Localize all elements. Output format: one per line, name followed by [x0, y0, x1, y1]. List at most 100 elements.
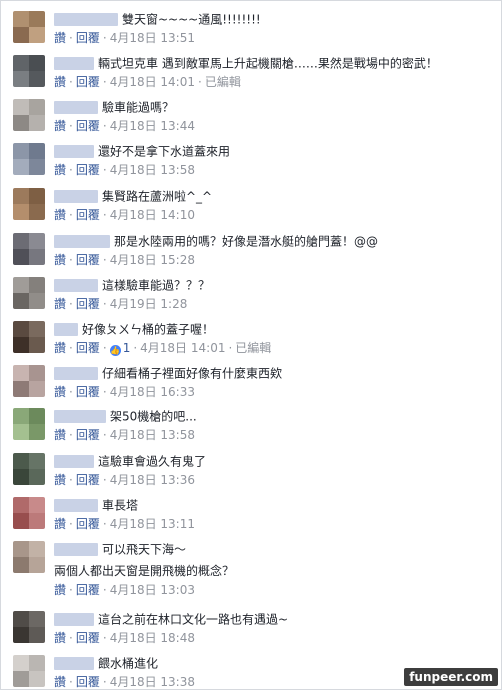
reply-link[interactable]: 回覆 [76, 428, 100, 442]
separator-dot: · [198, 75, 202, 89]
comment-timestamp[interactable]: 4月18日 16:33 [110, 385, 195, 399]
avatar[interactable] [13, 11, 45, 43]
like-link[interactable]: 讚 [54, 583, 66, 597]
reply-link[interactable]: 回覆 [76, 297, 100, 311]
commenter-name-redacted[interactable] [54, 367, 98, 380]
avatar[interactable] [13, 365, 45, 397]
commenter-name-redacted[interactable] [54, 410, 106, 423]
reply-link[interactable]: 回覆 [76, 583, 100, 597]
commenter-name-redacted[interactable] [54, 657, 94, 670]
comment-timestamp[interactable]: 4月18日 13:03 [110, 583, 195, 597]
avatar[interactable] [13, 277, 45, 309]
reply-link[interactable]: 回覆 [76, 31, 100, 45]
avatar[interactable] [13, 99, 45, 131]
separator-dot: · [102, 428, 107, 442]
like-link[interactable]: 讚 [54, 297, 66, 311]
comment-item: 這驗車會過久有鬼了讚 · 回覆 · 4月18日 13:36 [1, 451, 501, 491]
edited-label[interactable]: 已編輯 [205, 75, 241, 89]
reply-link[interactable]: 回覆 [76, 473, 100, 487]
reply-link[interactable]: 回覆 [76, 163, 100, 177]
comment-timestamp[interactable]: 4月18日 13:44 [110, 119, 195, 133]
like-count[interactable]: 1 [123, 341, 131, 355]
like-link[interactable]: 讚 [54, 208, 66, 222]
edited-label[interactable]: 已編輯 [235, 341, 271, 355]
thumbs-up-icon[interactable]: 👍 [109, 345, 121, 356]
comment-body: 雙天窗~~~~通風!!!!!!!! [54, 11, 261, 27]
commenter-name-redacted[interactable] [54, 499, 98, 512]
like-link[interactable]: 讚 [54, 473, 66, 487]
like-link[interactable]: 讚 [54, 31, 66, 45]
comment-timestamp[interactable]: 4月18日 13:58 [110, 428, 195, 442]
commenter-name-redacted[interactable] [54, 613, 94, 626]
avatar[interactable] [13, 188, 45, 220]
commenter-name-redacted[interactable] [54, 455, 94, 468]
comment-timestamp[interactable]: 4月19日 1:28 [110, 297, 188, 311]
avatar[interactable] [13, 611, 45, 643]
separator-dot: · [102, 675, 107, 689]
like-link[interactable]: 讚 [54, 163, 66, 177]
commenter-name-redacted[interactable] [54, 279, 98, 292]
reply-link[interactable]: 回覆 [76, 208, 100, 222]
commenter-name-redacted[interactable] [54, 145, 94, 158]
like-link[interactable]: 讚 [54, 631, 66, 645]
like-link[interactable]: 讚 [54, 75, 66, 89]
separator-dot: · [69, 163, 73, 177]
reply-link[interactable]: 回覆 [76, 675, 100, 689]
comment-text: 好像ㄆㄨㄣ桶的蓋子喔！ [82, 322, 215, 337]
comment-timestamp[interactable]: 4月18日 13:38 [110, 675, 195, 689]
commenter-name-redacted[interactable] [54, 190, 98, 203]
comment-item: 好像ㄆㄨㄣ桶的蓋子喔！讚 · 回覆 · 👍 1 · 4月18日 14:01 · 已編輯 [1, 319, 501, 359]
like-link[interactable]: 讚 [54, 385, 66, 399]
separator-dot: · [102, 517, 107, 531]
commenter-name-redacted[interactable] [54, 13, 118, 26]
commenter-name-redacted[interactable] [54, 543, 98, 556]
avatar[interactable] [13, 233, 45, 265]
avatar[interactable] [13, 321, 45, 353]
comment-actions: 讚 · 回覆 · 👍 1 · 4月18日 14:01 · 已編輯 [54, 341, 271, 356]
comment-text: 這樣驗車能過？？？ [102, 278, 211, 293]
reply-link[interactable]: 回覆 [76, 119, 100, 133]
comment-item: 車長塔讚 · 回覆 · 4月18日 13:11 [1, 495, 501, 535]
commenter-name-redacted[interactable] [54, 235, 110, 248]
commenter-name-redacted[interactable] [54, 323, 78, 336]
comment-actions: 讚 · 回覆 · 4月18日 14:10 [54, 208, 195, 222]
separator-dot: · [102, 583, 107, 597]
comment-timestamp[interactable]: 4月18日 13:51 [110, 31, 195, 45]
reply-link[interactable]: 回覆 [76, 341, 100, 355]
comment-timestamp[interactable]: 4月18日 13:58 [110, 163, 195, 177]
comment-actions: 讚 · 回覆 · 4月18日 14:01 · 已編輯 [54, 75, 241, 89]
comment-timestamp[interactable]: 4月18日 15:28 [110, 253, 195, 267]
comment-timestamp[interactable]: 4月18日 14:01 [140, 341, 225, 355]
comment-actions: 讚 · 回覆 · 4月18日 18:48 [54, 631, 195, 645]
avatar[interactable] [13, 453, 45, 485]
comment-timestamp[interactable]: 4月18日 13:11 [110, 517, 195, 531]
like-link[interactable]: 讚 [54, 517, 66, 531]
like-link[interactable]: 讚 [54, 119, 66, 133]
like-link[interactable]: 讚 [54, 428, 66, 442]
avatar[interactable] [13, 655, 45, 687]
reply-link[interactable]: 回覆 [76, 253, 100, 267]
comment-timestamp[interactable]: 4月18日 13:36 [110, 473, 195, 487]
reply-link[interactable]: 回覆 [76, 631, 100, 645]
avatar[interactable] [13, 541, 45, 573]
reply-link[interactable]: 回覆 [76, 517, 100, 531]
comment-body: 這台之前在林口文化一路也有遇過~ [54, 611, 288, 627]
comment-body: 集賢路在蘆洲啦^_^ [54, 188, 212, 204]
avatar[interactable] [13, 497, 45, 529]
comment-timestamp[interactable]: 4月18日 14:10 [110, 208, 195, 222]
commenter-name-redacted[interactable] [54, 57, 94, 70]
separator-dot: · [69, 631, 73, 645]
avatar[interactable] [13, 408, 45, 440]
like-link[interactable]: 讚 [54, 253, 66, 267]
reply-link[interactable]: 回覆 [76, 75, 100, 89]
separator-dot: · [133, 341, 138, 355]
reply-link[interactable]: 回覆 [76, 385, 100, 399]
comment-timestamp[interactable]: 4月18日 14:01 [110, 75, 195, 89]
commenter-name-redacted[interactable] [54, 101, 98, 114]
comment-timestamp[interactable]: 4月18日 18:48 [110, 631, 195, 645]
avatar[interactable] [13, 143, 45, 175]
separator-dot: · [228, 341, 233, 355]
avatar[interactable] [13, 55, 45, 87]
like-link[interactable]: 讚 [54, 675, 66, 689]
like-link[interactable]: 讚 [54, 341, 66, 355]
